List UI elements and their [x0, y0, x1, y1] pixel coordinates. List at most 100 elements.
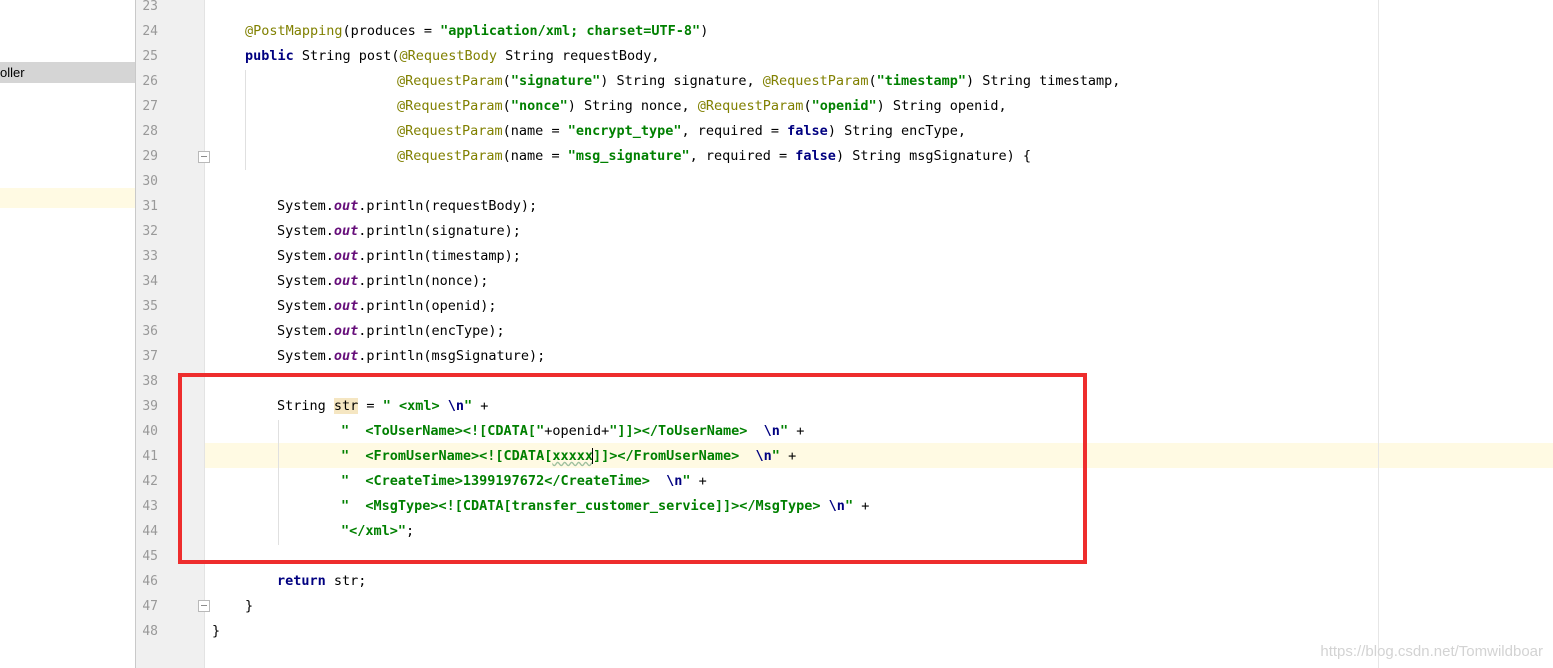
- token: out: [333, 248, 359, 264]
- token: out: [333, 273, 359, 289]
- line-number: 35: [142, 299, 158, 314]
- token: .println(openid);: [358, 298, 497, 314]
- line-number: 26: [142, 74, 158, 89]
- token: System.: [277, 298, 334, 314]
- token: (: [502, 73, 511, 89]
- token: "msg_signature": [567, 148, 690, 164]
- line-number: 38: [142, 374, 158, 389]
- watermark: https://blog.csdn.net/Tomwildboar: [1320, 643, 1543, 660]
- token: }: [245, 598, 254, 614]
- token: "timestamp": [876, 73, 966, 89]
- token: "nonce": [510, 98, 568, 114]
- token: out: [333, 223, 359, 239]
- token: @RequestParam: [397, 123, 503, 139]
- token: .println(encType);: [358, 323, 505, 339]
- line-number: 24: [142, 24, 158, 39]
- token: out: [333, 348, 359, 364]
- project-tree-panel[interactable]: oller: [0, 0, 136, 668]
- code-line-29: @RequestParam(name = "msg_signature", re…: [397, 144, 1031, 169]
- line-number: 46: [142, 574, 158, 589]
- line-number: 33: [142, 249, 158, 264]
- token: false: [787, 123, 828, 139]
- code-line-31: System.out.println(requestBody);: [277, 194, 537, 219]
- code-editor[interactable]: @PostMapping(produces = "application/xml…: [205, 0, 1553, 668]
- token: @RequestParam: [397, 73, 503, 89]
- line-number: 29: [142, 149, 158, 164]
- token: ) String signature,: [600, 73, 763, 89]
- token: System.: [277, 198, 334, 214]
- line-number-gutter[interactable]: 23 24 25 26 27 28 29 30 31 32 33 34 35 3…: [136, 0, 210, 668]
- line-number: 42: [142, 474, 158, 489]
- token: "signature": [510, 73, 601, 89]
- token: @PostMapping: [245, 23, 343, 39]
- line-number: 36: [142, 324, 158, 339]
- token: System.: [277, 273, 334, 289]
- token: }: [212, 623, 221, 639]
- token: return: [277, 573, 326, 589]
- project-tree-selected-item[interactable]: oller: [0, 62, 135, 83]
- token: "encrypt_type": [567, 123, 682, 139]
- token: , required =: [681, 123, 788, 139]
- line-number: 48: [142, 624, 158, 639]
- token: System.: [277, 323, 334, 339]
- code-line-36: System.out.println(encType);: [277, 319, 505, 344]
- token: out: [333, 323, 359, 339]
- token: String post(: [293, 48, 400, 64]
- code-line-47: }: [245, 594, 253, 619]
- code-line-24: @PostMapping(produces = "application/xml…: [245, 19, 708, 44]
- code-line-48: }: [212, 619, 220, 644]
- token: (: [803, 98, 812, 114]
- token: (name =: [502, 148, 568, 164]
- line-number: 43: [142, 499, 158, 514]
- code-line-26: @RequestParam("signature") String signat…: [397, 69, 1120, 94]
- token: public: [245, 48, 294, 64]
- line-number: 25: [142, 49, 158, 64]
- line-number: 34: [142, 274, 158, 289]
- token: String requestBody,: [497, 48, 660, 64]
- right-margin-guide: [1378, 0, 1379, 668]
- token: System.: [277, 348, 334, 364]
- token: ) String nonce,: [567, 98, 698, 114]
- token: .println(signature);: [358, 223, 521, 239]
- token: out: [333, 298, 359, 314]
- code-line-34: System.out.println(nonce);: [277, 269, 488, 294]
- token: .println(requestBody);: [358, 198, 538, 214]
- line-number: 31: [142, 199, 158, 214]
- token: ) String msgSignature) {: [835, 148, 1032, 164]
- token: (: [502, 98, 511, 114]
- code-line-27: @RequestParam("nonce") String nonce, @Re…: [397, 94, 1007, 119]
- token: ) String encType,: [827, 123, 966, 139]
- token: false: [795, 148, 836, 164]
- line-number: 41: [142, 449, 158, 464]
- code-line-28: @RequestParam(name = "encrypt_type", req…: [397, 119, 966, 144]
- token: (produces =: [342, 23, 441, 39]
- line-number: 44: [142, 524, 158, 539]
- code-line-25: public String post(@RequestBody String r…: [245, 44, 660, 69]
- line-number: 28: [142, 124, 158, 139]
- token: ): [700, 23, 709, 39]
- code-line-35: System.out.println(openid);: [277, 294, 496, 319]
- token: .println(msgSignature);: [358, 348, 546, 364]
- line-number: 30: [142, 174, 158, 189]
- line-number: 47: [142, 599, 158, 614]
- code-line-37: System.out.println(msgSignature);: [277, 344, 545, 369]
- token: (: [868, 73, 877, 89]
- token: System.: [277, 248, 334, 264]
- token: @RequestParam: [697, 98, 804, 114]
- line-number: 40: [142, 424, 158, 439]
- token: ) String openid,: [876, 98, 1007, 114]
- indent-guide: [245, 70, 246, 170]
- token: @RequestParam: [397, 148, 503, 164]
- project-tree-highlight-row: [0, 188, 135, 208]
- line-number: 32: [142, 224, 158, 239]
- token: @RequestBody: [399, 48, 497, 64]
- token: "openid": [811, 98, 877, 114]
- token: (name =: [502, 123, 568, 139]
- token: @RequestParam: [762, 73, 869, 89]
- token: , required =: [689, 148, 796, 164]
- line-number: 23: [142, 0, 158, 14]
- token: "application/xml; charset=UTF-8": [440, 23, 701, 39]
- token: str;: [325, 573, 367, 589]
- code-line-46: return str;: [277, 569, 366, 594]
- code-line-33: System.out.println(timestamp);: [277, 244, 521, 269]
